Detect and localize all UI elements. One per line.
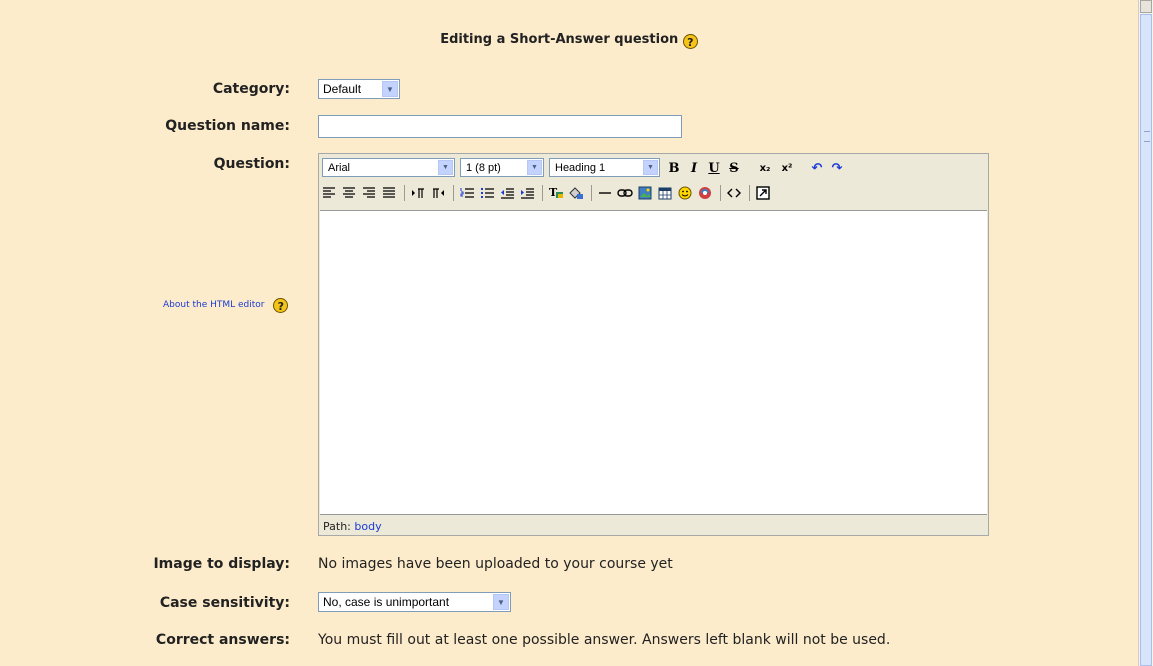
rtl-icon[interactable] bbox=[429, 184, 447, 202]
strikethrough-button[interactable]: S bbox=[726, 159, 742, 177]
editor-toolbar-row-1: Arial ▼ 1 (8 pt) ▼ Heading 1 ▼ B I U S x… bbox=[320, 158, 987, 178]
about-editor-text[interactable]: About the HTML editor bbox=[163, 300, 265, 310]
ordered-list-icon[interactable] bbox=[458, 184, 476, 202]
justify-icon[interactable] bbox=[380, 184, 398, 202]
bold-button[interactable]: B bbox=[666, 159, 682, 177]
indent-icon[interactable] bbox=[518, 184, 536, 202]
image-label: Image to display: bbox=[153, 556, 290, 572]
scrollbar-thumb[interactable] bbox=[1140, 14, 1152, 666]
link-icon[interactable] bbox=[616, 184, 634, 202]
question-label: Question: bbox=[213, 156, 290, 172]
toolbar-separator bbox=[542, 185, 543, 201]
case-sensitivity-select[interactable]: No, case is unimportant ▼ bbox=[318, 592, 511, 612]
html-editor: Arial ▼ 1 (8 pt) ▼ Heading 1 ▼ B I U S x… bbox=[318, 153, 989, 536]
category-select[interactable]: Default ▼ bbox=[318, 79, 400, 99]
about-editor-link[interactable]: About the HTML editor ? bbox=[163, 298, 289, 313]
toolbar-separator bbox=[591, 185, 592, 201]
category-label: Category: bbox=[212, 81, 290, 97]
page-title: Editing a Short-Answer question ? bbox=[0, 32, 1138, 49]
size-select[interactable]: 1 (8 pt) ▼ bbox=[460, 158, 544, 177]
case-sensitivity-value: No, case is unimportant bbox=[323, 595, 450, 609]
bg-color-icon[interactable] bbox=[567, 184, 585, 202]
ltr-icon[interactable] bbox=[409, 184, 427, 202]
heading-value: Heading 1 bbox=[555, 161, 606, 174]
special-char-icon[interactable] bbox=[696, 184, 714, 202]
horizontal-rule-icon[interactable] bbox=[596, 184, 614, 202]
chevron-down-icon: ▼ bbox=[527, 160, 542, 175]
title-text: Editing a Short-Answer question bbox=[440, 32, 679, 47]
form-panel: Editing a Short-Answer question ? Catego… bbox=[0, 0, 1138, 666]
heading-select[interactable]: Heading 1 ▼ bbox=[549, 158, 660, 177]
chevron-down-icon: ▼ bbox=[382, 81, 398, 97]
undo-button[interactable]: ↶ bbox=[808, 159, 826, 177]
text-color-icon[interactable]: T bbox=[547, 184, 565, 202]
scroll-up-button[interactable] bbox=[1140, 0, 1152, 13]
toolbar-separator bbox=[404, 185, 405, 201]
outdent-icon[interactable] bbox=[498, 184, 516, 202]
toolbar-separator bbox=[749, 185, 750, 201]
image-value: No images have been uploaded to your cou… bbox=[318, 556, 673, 572]
fullscreen-icon[interactable] bbox=[754, 184, 772, 202]
font-value: Arial bbox=[328, 161, 351, 174]
vertical-scrollbar[interactable] bbox=[1138, 0, 1153, 666]
editor-path-bar: Path: body bbox=[323, 520, 382, 533]
html-source-icon[interactable] bbox=[725, 184, 743, 202]
editor-toolbar-row-2: T bbox=[320, 182, 987, 204]
toolbar-separator bbox=[798, 159, 804, 177]
help-icon[interactable]: ? bbox=[273, 298, 289, 313]
underline-button[interactable]: U bbox=[706, 159, 722, 177]
size-value: 1 (8 pt) bbox=[466, 161, 501, 174]
chevron-down-icon: ▼ bbox=[438, 160, 453, 175]
subscript-button[interactable]: x₂ bbox=[756, 159, 774, 177]
question-name-input[interactable] bbox=[318, 115, 682, 138]
smiley-icon[interactable] bbox=[676, 184, 694, 202]
correct-answers-label: Correct answers: bbox=[155, 632, 290, 648]
toolbar-separator bbox=[720, 185, 721, 201]
redo-button[interactable]: ↷ bbox=[828, 159, 846, 177]
editor-content-area[interactable] bbox=[320, 210, 987, 515]
toolbar-separator bbox=[746, 159, 752, 177]
align-left-icon[interactable] bbox=[320, 184, 338, 202]
case-sensitivity-label: Case sensitivity: bbox=[159, 595, 290, 611]
help-icon[interactable]: ? bbox=[682, 34, 698, 49]
unordered-list-icon[interactable] bbox=[478, 184, 496, 202]
superscript-button[interactable]: x² bbox=[778, 159, 796, 177]
category-value: Default bbox=[323, 82, 362, 96]
image-icon[interactable] bbox=[636, 184, 654, 202]
align-right-icon[interactable] bbox=[360, 184, 378, 202]
grip-icon bbox=[1144, 131, 1150, 142]
correct-answers-text: You must fill out at least one possible … bbox=[318, 632, 891, 648]
toolbar-separator bbox=[453, 185, 454, 201]
path-body-link[interactable]: body bbox=[354, 520, 381, 533]
align-center-icon[interactable] bbox=[340, 184, 358, 202]
path-label: Path: bbox=[323, 520, 351, 533]
italic-button[interactable]: I bbox=[686, 159, 702, 177]
table-icon[interactable] bbox=[656, 184, 674, 202]
question-name-label: Question name: bbox=[165, 118, 290, 134]
font-select[interactable]: Arial ▼ bbox=[322, 158, 455, 177]
chevron-down-icon: ▼ bbox=[493, 594, 509, 610]
chevron-down-icon: ▼ bbox=[643, 160, 658, 175]
